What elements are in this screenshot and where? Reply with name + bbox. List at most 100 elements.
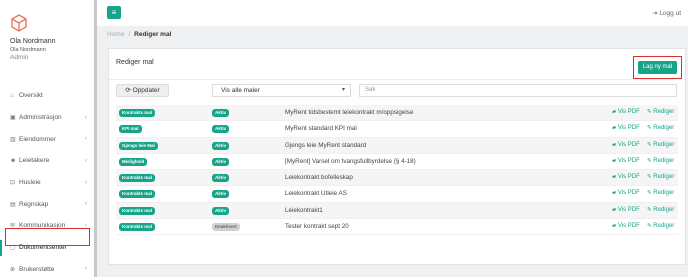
template-name: Leiekontrakt bofelleskap xyxy=(285,174,353,182)
sidebar-item-label: Leietakere xyxy=(19,157,50,165)
pencil-icon: ✎ xyxy=(647,157,652,164)
template-name: Leiekontrakt Utleie AS xyxy=(285,190,347,198)
folder-icon: ▰ xyxy=(612,190,617,197)
chevron-down-icon: ▾ xyxy=(341,87,345,93)
status-badge: Aktiv xyxy=(212,157,230,166)
view-pdf-label: Vis PDF xyxy=(617,125,640,132)
table-row: Gjengs leie Mal Aktiv Gjengs leie MyRent s… xyxy=(116,137,678,154)
view-pdf-link[interactable]: ▰ Vis PDF xyxy=(612,109,640,115)
breadcrumb-home[interactable]: Home xyxy=(107,31,124,38)
refresh-button[interactable]: ⟳ Oppdater xyxy=(116,84,169,97)
home-icon: ⌂ xyxy=(10,92,14,99)
money-icon: ⊡ xyxy=(10,180,16,187)
edit-link[interactable]: ✎ Rediger xyxy=(647,158,674,164)
template-name: Gjengs leie MyRent standard xyxy=(285,141,367,149)
template-name: MyRent standard KPI mal xyxy=(285,125,357,133)
edit-link[interactable]: ✎ Rediger xyxy=(647,223,674,229)
search-input[interactable]: Søk xyxy=(359,84,677,97)
sidebar-item-leietakere[interactable]: ☻ Leietakere ‹ xyxy=(0,150,94,172)
user-role: Admin xyxy=(10,54,29,61)
edit-link[interactable]: ✎ Rediger xyxy=(647,174,674,180)
view-pdf-link[interactable]: ▰ Vis PDF xyxy=(612,142,640,148)
sidebar-nav: ⌂ Oversikt ▣ Administrasjon ‹ ▥ Eiendommer ‹ ☻ Le… xyxy=(0,85,94,277)
view-pdf-link[interactable]: ▰ Vis PDF xyxy=(612,223,640,229)
chevron-left-icon: ‹ xyxy=(85,179,87,186)
sidebar-item-eiendommer[interactable]: ▥ Eiendommer ‹ xyxy=(0,128,94,150)
sidebar-item-husleie[interactable]: ⊡ Husleie ‹ xyxy=(0,172,94,194)
chevron-left-icon: ‹ xyxy=(85,114,87,121)
sidebar: Ola Nordmann Ola Nordmann Admin ⌂ Oversik… xyxy=(0,0,95,277)
table-row: Kontrakts mal Aktiv Leiekontrakt Utleie AS… xyxy=(116,186,678,203)
template-filter-select[interactable]: Vis alle maler ▾ xyxy=(212,84,351,97)
view-pdf-label: Vis PDF xyxy=(617,206,640,213)
panel-divider xyxy=(109,79,685,80)
view-pdf-link[interactable]: ▰ Vis PDF xyxy=(612,158,640,164)
status-badge: Aktiv xyxy=(212,109,230,117)
edit-label: Rediger xyxy=(653,125,675,132)
view-pdf-link[interactable]: ▰ Vis PDF xyxy=(612,125,640,131)
chevron-left-icon: ‹ xyxy=(85,157,87,164)
chevron-left-icon: ‹ xyxy=(85,266,87,273)
building-icon: ▥ xyxy=(10,136,16,143)
edit-label: Rediger xyxy=(653,109,675,115)
highlight-box-dokumentsenter xyxy=(5,228,90,246)
edit-link[interactable]: ✎ Rediger xyxy=(647,109,674,115)
edit-label: Rediger xyxy=(653,206,675,213)
view-pdf-label: Vis PDF xyxy=(617,190,640,197)
pencil-icon: ✎ xyxy=(647,125,652,132)
chevron-left-icon: ‹ xyxy=(85,201,87,208)
template-type-badge: Gjengs leie Mal xyxy=(119,141,158,150)
user-subtitle: Ola Nordmann xyxy=(10,47,46,53)
pencil-icon: ✎ xyxy=(647,206,652,213)
sidebar-item-label: Administrasjon xyxy=(19,114,62,122)
folder-icon: ▰ xyxy=(612,109,617,115)
templates-panel: Rediger mal Lag ny mal ⟳ Oppdater Vis al… xyxy=(108,48,686,265)
panel-title: Rediger mal xyxy=(116,59,154,66)
sidebar-item-label: Husleie xyxy=(19,179,41,187)
chevron-left-icon: ‹ xyxy=(85,136,87,143)
edit-link[interactable]: ✎ Rediger xyxy=(647,142,674,148)
edit-link[interactable]: ✎ Rediger xyxy=(647,190,674,196)
view-pdf-label: Vis PDF xyxy=(617,141,640,148)
template-type-badge: KPI mal xyxy=(119,125,142,134)
highlight-box-new-template xyxy=(633,56,682,79)
sidebar-item-administrasjon[interactable]: ▣ Administrasjon ‹ xyxy=(0,107,94,129)
status-badge: Aktiv xyxy=(212,174,230,183)
view-pdf-label: Vis PDF xyxy=(617,174,640,181)
table-row: KPI mal Aktiv MyRent standard KPI mal ▰ Vis… xyxy=(116,121,678,138)
edit-link[interactable]: ✎ Rediger xyxy=(647,207,674,213)
sidebar-item-brukerstøtte[interactable]: ⊕ Brukerstøtte ‹ xyxy=(0,259,94,277)
edit-label: Rediger xyxy=(653,157,675,164)
edit-label: Rediger xyxy=(653,223,675,230)
breadcrumb-separator: / xyxy=(128,31,131,38)
pencil-icon: ✎ xyxy=(647,190,652,197)
edit-label: Rediger xyxy=(653,174,675,181)
table-row: Kontrakts mal Aktiv Leiekontrakt1 ▰ Vis PDF… xyxy=(116,202,678,220)
template-type-badge: Kontrakts mal xyxy=(119,109,156,117)
folder-icon: ▰ xyxy=(612,174,617,181)
view-pdf-link[interactable]: ▰ Vis PDF xyxy=(612,207,640,213)
template-name: Tester kontrakt sept 20 xyxy=(285,223,349,231)
pencil-icon: ✎ xyxy=(647,223,652,230)
table-row: Mislighold Aktiv [MyRent] Varsel om tvangs… xyxy=(116,154,678,171)
support-icon: ⊕ xyxy=(10,266,16,273)
pencil-icon: ✎ xyxy=(647,109,652,115)
view-pdf-link[interactable]: ▰ Vis PDF xyxy=(612,174,640,180)
users-icon: ☻ xyxy=(10,157,17,164)
logout-link[interactable]: ⇥ Logg ut xyxy=(652,9,681,17)
table-row: Kontrakts mal Deaktivert Tester kontrakt s… xyxy=(116,219,678,236)
user-name: Ola Nordmann xyxy=(10,38,56,45)
sidebar-item-oversikt[interactable]: ⌂ Oversikt xyxy=(0,85,94,107)
sidebar-item-regnskap[interactable]: ▤ Regnskap ‹ xyxy=(0,193,94,215)
folder-icon: ▰ xyxy=(612,206,617,213)
status-badge: Aktiv xyxy=(212,190,230,199)
status-badge: Aktiv xyxy=(212,125,230,134)
menu-toggle-button[interactable]: ≡ xyxy=(107,6,121,19)
edit-link[interactable]: ✎ Rediger xyxy=(647,125,674,131)
pencil-icon: ✎ xyxy=(647,141,652,148)
view-pdf-link[interactable]: ▰ Vis PDF xyxy=(612,190,640,196)
template-name: [MyRent] Varsel om tvangsfullbyrdelse (§… xyxy=(285,157,416,165)
template-name: MyRent tidsbestemt leiekontrakt m/oppsig… xyxy=(285,109,414,116)
template-name: Leiekontrakt1 xyxy=(285,206,323,214)
folder-icon: ▰ xyxy=(612,223,617,230)
